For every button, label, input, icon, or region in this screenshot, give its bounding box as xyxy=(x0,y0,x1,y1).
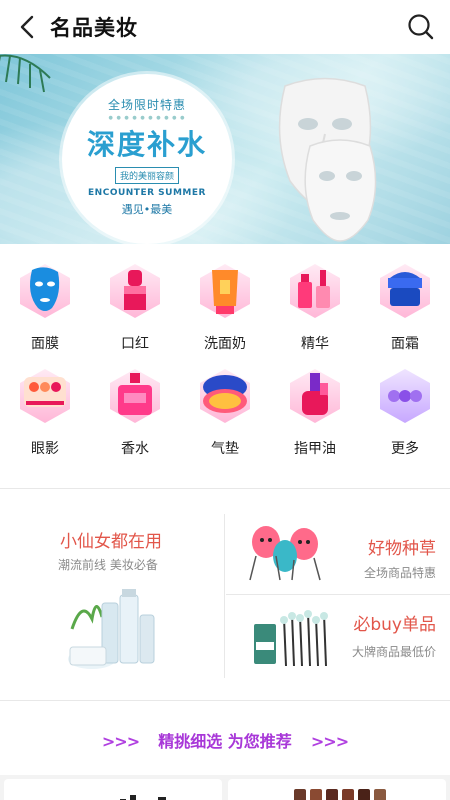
recommend-title: 精挑细选 为您推荐 xyxy=(158,732,292,751)
promo-subtitle: 全场商品特惠 xyxy=(363,566,436,580)
face-mask-icon xyxy=(20,264,70,318)
category-label: 香水 xyxy=(121,441,149,457)
makeup-sponge-image xyxy=(249,526,321,581)
search-icon[interactable] xyxy=(406,12,436,42)
category-grid: 面膜 口红 洗面奶 精华 面霜 眼影 香水 气垫 指甲油 更多 xyxy=(0,254,450,464)
promo-must-buy[interactable]: 必buy单品 大牌商品最低价 xyxy=(226,596,450,684)
perfume-icon xyxy=(110,369,160,423)
banner-tag: 我的美丽容颜 xyxy=(114,167,179,184)
lipstick-icon xyxy=(110,264,160,318)
category-label: 精华 xyxy=(301,336,329,352)
banner-headline: 深度补水 xyxy=(86,128,207,161)
back-arrow-icon[interactable] xyxy=(14,13,42,41)
cream-icon xyxy=(380,264,430,318)
more-icon xyxy=(380,369,430,423)
category-cream[interactable]: 面霜 xyxy=(360,254,450,354)
nail-polish-icon xyxy=(290,369,340,423)
page-title: 名品美妆 xyxy=(50,16,138,40)
category-label: 气垫 xyxy=(211,441,239,457)
eyeshadow-icon xyxy=(20,369,70,423)
cleanser-icon xyxy=(200,264,250,318)
category-label: 更多 xyxy=(391,441,419,457)
category-label: 口红 xyxy=(121,336,149,352)
product-image xyxy=(294,789,386,800)
serum-icon xyxy=(290,264,340,318)
promo-banner[interactable]: 全场限时特惠 ● ● ● ● ● ● ● ● ● ● 深度补水 我的美丽容颜 E… xyxy=(0,54,450,244)
category-face-mask[interactable]: 面膜 xyxy=(0,254,90,354)
product-list xyxy=(0,775,450,800)
promo-subtitle: 大牌商品最低价 xyxy=(351,645,436,659)
product-card[interactable] xyxy=(228,779,446,800)
chevrons-left-icon: >>> xyxy=(101,732,140,751)
promo-title: 必buy单品 xyxy=(353,615,436,635)
category-label: 眼影 xyxy=(31,441,59,457)
recommend-header: >>> 精挑细选 为您推荐 >>> xyxy=(0,728,450,754)
face-mask-image-small xyxy=(304,139,377,242)
category-nail-polish[interactable]: 指甲油 xyxy=(270,359,360,459)
category-lipstick[interactable]: 口红 xyxy=(90,254,180,354)
category-label: 面膜 xyxy=(31,336,59,352)
section-divider xyxy=(0,488,450,489)
skincare-bottles-image xyxy=(68,589,155,669)
category-cushion[interactable]: 气垫 xyxy=(180,359,270,459)
promo-title: 小仙女都在用 xyxy=(60,532,162,552)
category-label: 面霜 xyxy=(391,336,419,352)
category-cleanser[interactable]: 洗面奶 xyxy=(180,254,270,354)
banner-dots: ● ● ● ● ● ● ● ● ● ● xyxy=(108,115,186,121)
category-serum[interactable]: 精华 xyxy=(270,254,360,354)
product-card[interactable] xyxy=(4,779,222,800)
product-image xyxy=(120,795,166,800)
category-more[interactable]: 更多 xyxy=(360,359,450,459)
banner-text-circle: 全场限时特惠 ● ● ● ● ● ● ● ● ● ● 深度补水 我的美丽容颜 E… xyxy=(62,74,232,244)
promo-subtitle: 潮流前线 美妆必备 xyxy=(58,558,158,572)
category-label: 指甲油 xyxy=(294,441,336,457)
promo-vertical-divider xyxy=(224,514,225,678)
category-label: 洗面奶 xyxy=(204,336,246,352)
promo-good-stuff[interactable]: 好物种草 全场商品特惠 xyxy=(226,508,450,596)
promo-title: 好物种草 xyxy=(368,539,436,559)
banner-line1: 全场限时特惠 xyxy=(107,98,186,112)
category-perfume[interactable]: 香水 xyxy=(90,359,180,459)
makeup-brushes-image xyxy=(254,610,328,667)
banner-english: ENCOUNTER SUMMER xyxy=(88,188,206,198)
chevrons-right-icon: >>> xyxy=(310,732,349,751)
palm-leaf-icon xyxy=(0,54,51,93)
category-eyeshadow[interactable]: 眼影 xyxy=(0,359,90,459)
section-divider xyxy=(0,700,450,701)
header-bar: 名品美妆 xyxy=(0,0,450,54)
cushion-icon xyxy=(200,369,250,423)
promo-fairy-choice[interactable]: 小仙女都在用 潮流前线 美妆必备 xyxy=(0,505,224,685)
banner-slogan: 遇见•最美 xyxy=(121,203,173,216)
